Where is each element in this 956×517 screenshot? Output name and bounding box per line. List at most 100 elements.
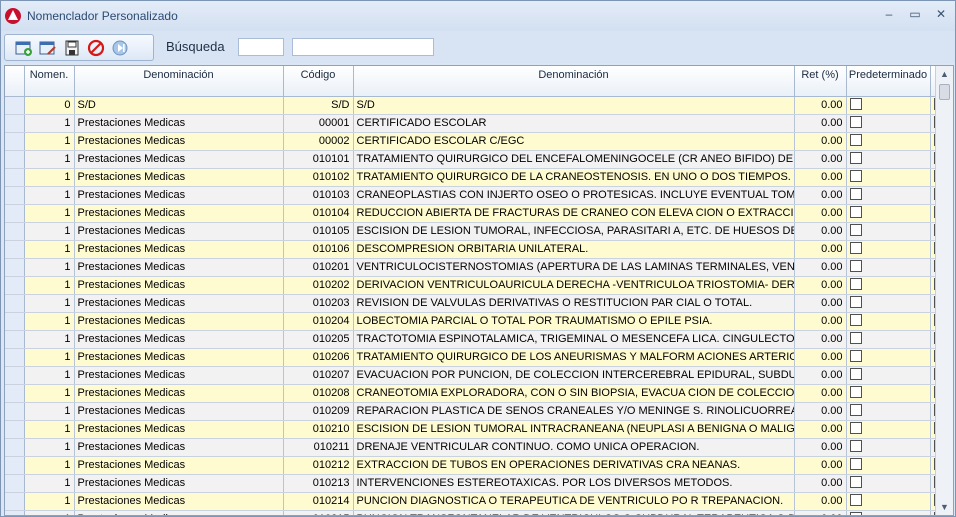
checkbox-predeterminado[interactable] xyxy=(849,331,862,344)
cell-denominacion[interactable]: PUNCION DIAGNOSTICA O TERAPEUTICA DE VEN… xyxy=(353,492,795,511)
cell-ret[interactable]: 0.00 xyxy=(794,402,847,421)
table-row[interactable]: 1 Prestaciones Medicas 00002 CERTIFICADO ES… xyxy=(5,132,953,151)
cell-nomen[interactable]: 1 xyxy=(24,402,75,421)
row-selector[interactable] xyxy=(5,96,25,115)
row-selector[interactable] xyxy=(5,384,25,403)
cell-denominacion-nomen[interactable]: Prestaciones Medicas xyxy=(74,366,284,385)
cell-denominacion-nomen[interactable]: Prestaciones Medicas xyxy=(74,384,284,403)
cell-denominacion-nomen[interactable]: Prestaciones Medicas xyxy=(74,204,284,223)
row-selector[interactable] xyxy=(5,168,25,187)
cell-codigo[interactable]: 010202 xyxy=(283,276,354,295)
cell-nomen[interactable]: 1 xyxy=(24,420,75,439)
table-row[interactable]: 1 Prestaciones Medicas 010201 VENTRICULOCIS… xyxy=(5,258,953,277)
cell-denominacion[interactable]: REVISION DE VALVULAS DERIVATIVAS O RESTI… xyxy=(353,294,795,313)
cell-codigo[interactable]: 010214 xyxy=(283,492,354,511)
cell-ret[interactable]: 0.00 xyxy=(794,276,847,295)
checkbox-predeterminado[interactable] xyxy=(849,511,862,515)
checkbox-predeterminado[interactable] xyxy=(849,169,862,182)
checkbox-predeterminado[interactable] xyxy=(849,97,862,110)
cell-nomen[interactable]: 1 xyxy=(24,150,75,169)
cell-denominacion[interactable]: CERTIFICADO ESCOLAR C/EGC xyxy=(353,132,795,151)
table-row[interactable]: 1Prestaciones Medicas010215PUNCION TRANS… xyxy=(5,510,953,515)
table-row[interactable]: 1 Prestaciones Medicas 010213 INTERVENCIONE… xyxy=(5,474,953,493)
column-header-codigo[interactable]: Código xyxy=(283,66,354,97)
cell-denominacion[interactable]: CRANEOPLASTIAS CON INJERTO OSEO O PROTES… xyxy=(353,186,795,205)
table-row[interactable]: 1 Prestaciones Medicas 010202 DERIVACION VE… xyxy=(5,276,953,295)
cell-codigo[interactable]: 010205 xyxy=(283,330,354,349)
checkbox-predeterminado[interactable] xyxy=(849,115,862,128)
table-row[interactable]: 1 Prestaciones Medicas 010211 DRENAJE VENTR… xyxy=(5,438,953,457)
cell-denominacion[interactable]: TRACTOTOMIA ESPINOTALAMICA, TRIGEMINAL O… xyxy=(353,330,795,349)
cell-nomen[interactable]: 1 xyxy=(24,510,75,515)
checkbox-predeterminado[interactable] xyxy=(849,421,862,434)
scroll-down-icon[interactable]: ▼ xyxy=(936,499,953,515)
row-selector[interactable] xyxy=(5,222,25,241)
cell-denominacion-nomen[interactable]: Prestaciones Medicas xyxy=(74,510,284,515)
table-row[interactable]: 1 Prestaciones Medicas 010214 PUNCION DIAGN… xyxy=(5,492,953,511)
checkbox-predeterminado[interactable] xyxy=(849,475,862,488)
cell-codigo[interactable]: 010208 xyxy=(283,384,354,403)
cell-ret[interactable]: 0.00 xyxy=(794,186,847,205)
row-selector[interactable] xyxy=(5,186,25,205)
table-row[interactable]: 1 Prestaciones Medicas 010105 ESCISION DE L… xyxy=(5,222,953,241)
edit-record-button[interactable] xyxy=(39,39,57,57)
cell-codigo[interactable]: 010203 xyxy=(283,294,354,313)
cell-denominacion[interactable]: REDUCCION ABIERTA DE FRACTURAS DE CRANEO… xyxy=(353,204,795,223)
checkbox-predeterminado[interactable] xyxy=(849,385,862,398)
table-row[interactable]: 1 Prestaciones Medicas 010101 TRATAMIENTO Q… xyxy=(5,150,953,169)
cell-denominacion[interactable]: DRENAJE VENTRICULAR CONTINUO. COMO UNICA… xyxy=(353,438,795,457)
cell-ret[interactable]: 0.00 xyxy=(794,420,847,439)
cell-denominacion[interactable]: REPARACION PLASTICA DE SENOS CRANEALES Y… xyxy=(353,402,795,421)
cell-nomen[interactable]: 1 xyxy=(24,456,75,475)
table-row[interactable]: 1 Prestaciones Medicas 010208 CRANEOTOMIA E… xyxy=(5,384,953,403)
checkbox-predeterminado[interactable] xyxy=(849,151,862,164)
cell-ret[interactable]: 0.00 xyxy=(794,96,847,115)
checkbox-predeterminado[interactable] xyxy=(849,493,862,506)
table-row[interactable]: 1 Prestaciones Medicas 00001 CERTIFICADO ES… xyxy=(5,114,953,133)
checkbox-predeterminado[interactable] xyxy=(849,241,862,254)
cell-nomen[interactable]: 1 xyxy=(24,258,75,277)
column-header-nomen[interactable]: Nomen. xyxy=(24,66,75,97)
data-grid[interactable]: Nomen. Denominación Código Denominación … xyxy=(4,65,954,516)
cell-nomen[interactable]: 1 xyxy=(24,294,75,313)
cell-codigo[interactable]: 010215 xyxy=(283,510,354,515)
close-icon[interactable]: ✕ xyxy=(935,8,947,20)
table-row[interactable]: 0 S/D S/D S/D 0.00 xyxy=(5,96,953,115)
new-record-button[interactable] xyxy=(15,39,33,57)
scrollbar-thumb[interactable] xyxy=(939,84,950,100)
row-selector[interactable] xyxy=(5,366,25,385)
cell-ret[interactable]: 0.00 xyxy=(794,348,847,367)
cell-denominacion-nomen[interactable]: S/D xyxy=(74,96,284,115)
cell-codigo[interactable]: 010105 xyxy=(283,222,354,241)
cell-nomen[interactable]: 1 xyxy=(24,168,75,187)
column-header-denominacion[interactable]: Denominación xyxy=(353,66,795,97)
table-row[interactable]: 1 Prestaciones Medicas 010210 ESCISION DE L… xyxy=(5,420,953,439)
cell-denominacion[interactable]: DESCOMPRESION ORBITARIA UNILATERAL. xyxy=(353,240,795,259)
cell-denominacion[interactable]: TRATAMIENTO QUIRURGICO DEL ENCEFALOMENIN… xyxy=(353,150,795,169)
cell-denominacion[interactable]: S/D xyxy=(353,96,795,115)
cell-codigo[interactable]: 010211 xyxy=(283,438,354,457)
cell-nomen[interactable]: 1 xyxy=(24,492,75,511)
cell-ret[interactable]: 0.00 xyxy=(794,366,847,385)
cell-denominacion-nomen[interactable]: Prestaciones Medicas xyxy=(74,492,284,511)
table-row[interactable]: 1 Prestaciones Medicas 010205 TRACTOTOMIA E… xyxy=(5,330,953,349)
cell-denominacion[interactable]: EXTRACCION DE TUBOS EN OPERACIONES DERIV… xyxy=(353,456,795,475)
checkbox-predeterminado[interactable] xyxy=(849,259,862,272)
row-selector[interactable] xyxy=(5,456,25,475)
cell-denominacion[interactable]: PUNCION TRANSFONTANELAR DE VENTRICULOS O… xyxy=(353,510,795,515)
cell-ret[interactable]: 0.00 xyxy=(794,330,847,349)
cell-nomen[interactable]: 0 xyxy=(24,96,75,115)
vertical-scrollbar[interactable]: ▲ ▼ xyxy=(935,66,953,515)
table-row[interactable]: 1 Prestaciones Medicas 010206 TRATAMIENTO Q… xyxy=(5,348,953,367)
row-selector[interactable] xyxy=(5,510,25,515)
cell-codigo[interactable]: 010104 xyxy=(283,204,354,223)
cell-denominacion-nomen[interactable]: Prestaciones Medicas xyxy=(74,312,284,331)
table-row[interactable]: 1 Prestaciones Medicas 010104 REDUCCION ABI… xyxy=(5,204,953,223)
search-code-input[interactable] xyxy=(238,38,284,56)
row-selector[interactable] xyxy=(5,150,25,169)
row-selector[interactable] xyxy=(5,438,25,457)
checkbox-predeterminado[interactable] xyxy=(849,313,862,326)
checkbox-predeterminado[interactable] xyxy=(849,367,862,380)
row-selector[interactable] xyxy=(5,276,25,295)
cell-denominacion[interactable]: INTERVENCIONES ESTEREOTAXICAS. POR LOS D… xyxy=(353,474,795,493)
